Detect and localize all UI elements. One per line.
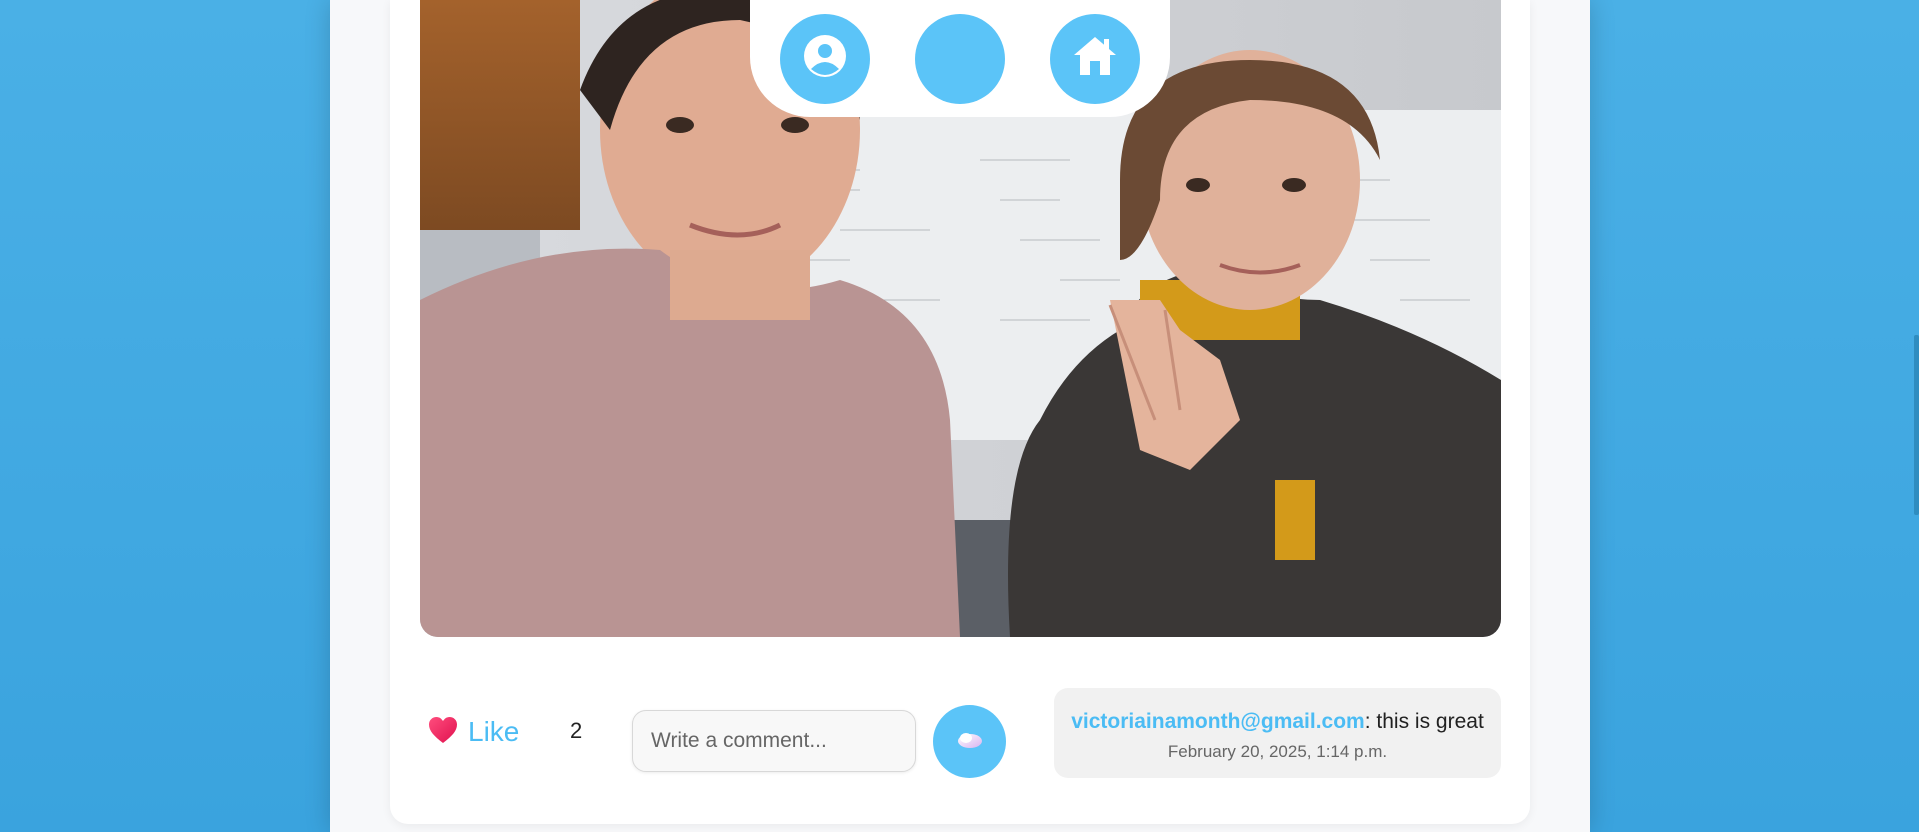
comment-text: this is great [1370,710,1484,733]
top-navigation [750,0,1170,117]
user-circle-icon [802,33,848,84]
profile-nav-button[interactable] [780,13,870,104]
blank-nav-button[interactable] [915,13,1005,104]
cloud-icon [956,731,984,752]
comment-input[interactable] [632,710,916,772]
comment-text-line: victoriainamonth@gmail.com: this is grea… [1054,710,1501,734]
comment-author[interactable]: victoriainamonth@gmail.com [1071,710,1365,733]
home-nav-button[interactable] [1050,13,1140,104]
like-label: Like [468,716,520,747]
like-count: 2 [570,718,583,743]
scrollbar-thumb[interactable] [1914,335,1919,515]
heart-icon [428,716,458,749]
like-button[interactable]: Like [428,712,519,752]
comment-item: victoriainamonth@gmail.com: this is grea… [1054,688,1501,778]
home-icon [1072,33,1118,84]
send-comment-button[interactable] [933,705,1006,778]
comment-timestamp: February 20, 2025, 1:14 p.m. [1167,742,1388,761]
